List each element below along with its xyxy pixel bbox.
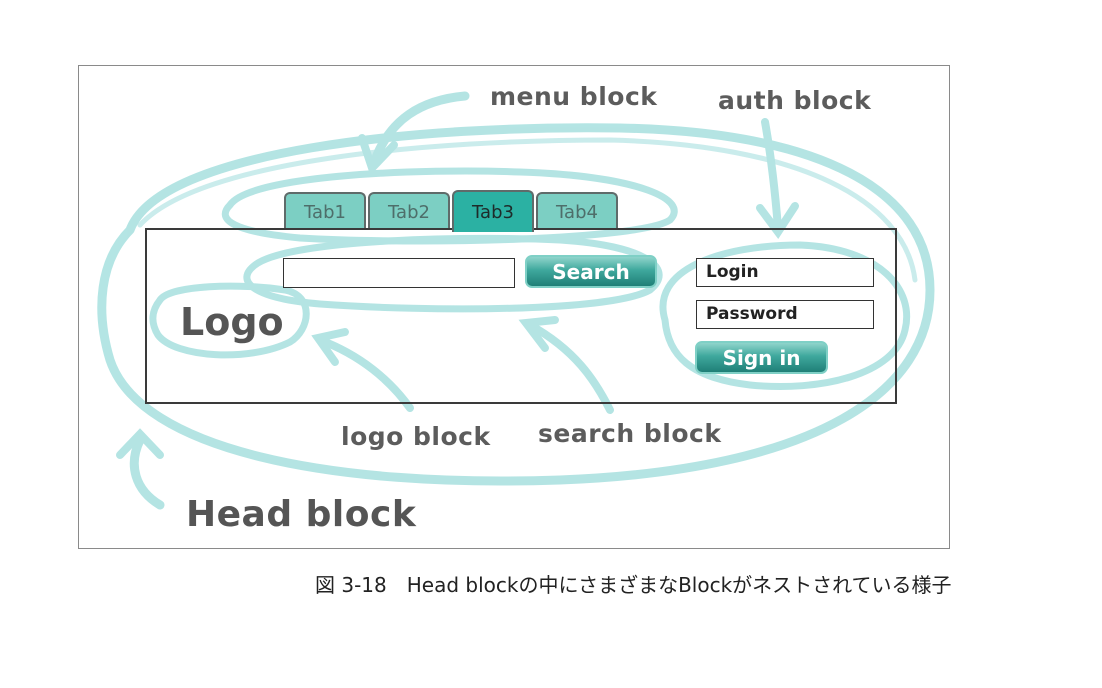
password-field[interactable]: Password (696, 300, 874, 329)
menu-block-label: menu block (490, 82, 658, 111)
login-field[interactable]: Login (696, 258, 874, 287)
sign-in-button[interactable]: Sign in (695, 341, 828, 374)
figure-caption: 図 3-18 Head blockの中にさまざまなBlockがネストされている様… (315, 573, 952, 597)
auth-block-label: auth block (718, 86, 872, 115)
search-button[interactable]: Search (525, 255, 657, 288)
tab-2[interactable]: Tab2 (368, 192, 450, 230)
logo-block-label: logo block (341, 422, 491, 451)
search-block-label: search block (538, 419, 722, 448)
tab-1[interactable]: Tab1 (284, 192, 366, 230)
search-input[interactable] (283, 258, 515, 288)
tab-3[interactable]: Tab3 (452, 190, 534, 232)
head-block-label: Head block (186, 494, 417, 535)
tab-4[interactable]: Tab4 (536, 192, 618, 230)
logo: Logo (180, 300, 284, 344)
